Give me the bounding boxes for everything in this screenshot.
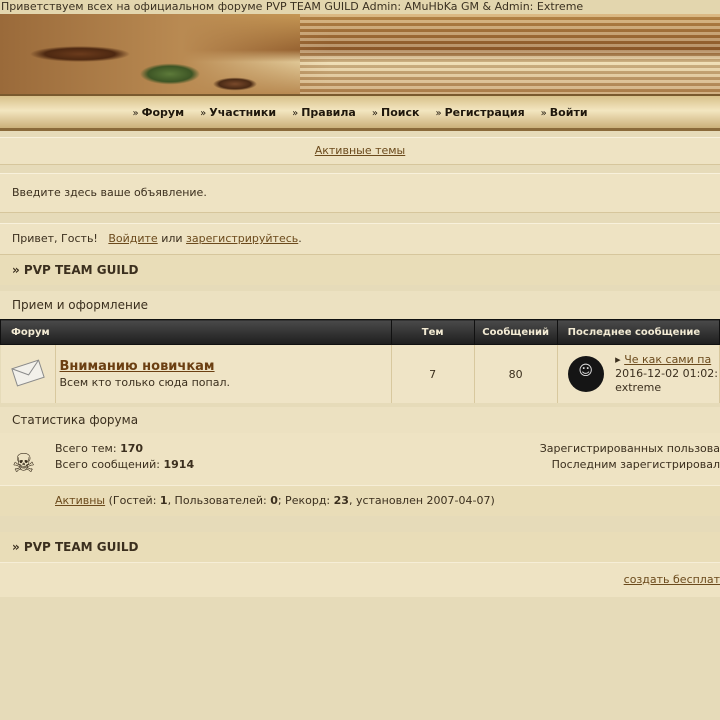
nav-label: Правила xyxy=(301,105,356,119)
welcome-marquee: Приветствуем всех на официальном форуме … xyxy=(0,0,720,14)
double-chevron-right-icon: » xyxy=(540,107,547,119)
nav-forum[interactable]: » Форум xyxy=(124,106,192,119)
announcement-text: Введите здесь ваше объявление. xyxy=(12,186,207,199)
active-users-line: Активны (Гостей: 1, Пользователей: 0; Ре… xyxy=(0,485,720,516)
period-text: . xyxy=(298,232,302,245)
double-chevron-right-icon: » xyxy=(132,107,139,119)
double-chevron-right-icon: » xyxy=(371,107,378,119)
guests-count: 1 xyxy=(159,494,168,507)
nav-members[interactable]: » Участники xyxy=(192,106,284,119)
table-row: Вниманию новичкам Всем кто только сюда п… xyxy=(0,344,720,403)
banner-decoration xyxy=(300,14,720,94)
guest-greeting: Привет, Гость! xyxy=(12,232,98,245)
create-forum-link[interactable]: создать бесплат xyxy=(624,573,720,586)
header-banner xyxy=(0,14,720,94)
stats-left: Всего тем: 170 Всего сообщений: 1914 xyxy=(55,441,194,473)
double-chevron-right-icon: » xyxy=(435,107,442,119)
nav-login[interactable]: » Войти xyxy=(533,106,596,119)
header-last-post: Последнее сообщение xyxy=(556,319,720,345)
nav-label: Регистрация xyxy=(444,105,525,119)
nav-rules[interactable]: » Правила xyxy=(284,106,364,119)
last-post-topic-link[interactable]: Че как сами па xyxy=(624,353,711,366)
double-chevron-right-icon: » xyxy=(200,107,207,119)
guest-welcome-panel: Привет, Гость! Войдите или зарегистрируй… xyxy=(0,223,720,255)
last-post-cell: ☺ ▸ Че как сами па 2016-12-02 01:02: ext… xyxy=(557,344,720,403)
nav-label: Форум xyxy=(141,105,185,119)
register-link[interactable]: зарегистрируйтесь xyxy=(186,232,298,245)
users-count: 0 xyxy=(270,494,278,507)
breadcrumb[interactable]: » PVP TEAM GUILD xyxy=(0,255,720,285)
registered-users: Зарегистрированных пользова xyxy=(539,442,720,455)
double-chevron-right-icon: » xyxy=(292,107,299,119)
last-post-info: ▸ Че как сами па 2016-12-02 01:02: extre… xyxy=(615,353,718,395)
topics-count: 7 xyxy=(391,344,475,403)
last-post-arrow-icon: ▸ xyxy=(615,353,621,366)
posts-total-label: Всего сообщений: xyxy=(55,458,160,471)
header-posts: Сообщений xyxy=(473,319,558,345)
forum-info-cell: Вниманию новичкам Всем кто только сюда п… xyxy=(55,344,392,403)
footer-breadcrumb[interactable]: » PVP TEAM GUILD xyxy=(0,532,720,562)
envelope-icon xyxy=(10,358,45,387)
forum-icon-cell xyxy=(0,344,56,403)
record-count: 23 xyxy=(333,494,349,507)
active-topics-panel: Активные темы xyxy=(0,137,720,165)
last-registered: Последним зарегистрировал xyxy=(551,458,720,471)
posts-count: 80 xyxy=(474,344,558,403)
skull-icon: ☠ xyxy=(12,449,36,479)
avatar[interactable]: ☺ xyxy=(567,356,604,392)
topics-total-label: Всего тем: xyxy=(55,442,117,455)
stats-right: Зарегистрированных пользова Последним за… xyxy=(540,441,720,473)
last-post-date: 2016-12-02 01:02: xyxy=(615,367,718,380)
category-title: Прием и оформление xyxy=(0,291,720,319)
posts-total-value: 1914 xyxy=(163,458,195,471)
announcement-panel: Введите здесь ваше объявление. xyxy=(0,173,720,213)
header-forum: Форум xyxy=(0,319,392,345)
header-topics: Тем xyxy=(390,319,475,345)
active-users-link[interactable]: Активны xyxy=(55,494,105,507)
record-label: ; Рекорд: xyxy=(277,494,334,507)
active-topics-link[interactable]: Активные темы xyxy=(315,144,406,157)
record-date: , установлен 2007-04-07) xyxy=(348,494,495,507)
nav-label: Войти xyxy=(549,105,588,119)
topics-total-value: 170 xyxy=(120,442,144,455)
login-link[interactable]: Войдите xyxy=(108,232,157,245)
users-label: , Пользователей: xyxy=(167,494,271,507)
forum-title-link[interactable]: Вниманию новичкам xyxy=(60,359,215,374)
active-text: (Гостей: xyxy=(105,494,160,507)
nav-label: Участники xyxy=(209,105,277,119)
nav-label: Поиск xyxy=(380,105,420,119)
footer-panel: создать бесплат xyxy=(0,562,720,597)
or-text: или xyxy=(161,232,183,245)
main-navigation: » Форум » Участники » Правила » Поиск » Регис… xyxy=(0,94,720,131)
stats-title: Статистика форума xyxy=(0,407,720,433)
nav-register[interactable]: » Регистрация xyxy=(427,106,532,119)
forum-table: Форум Тем Сообщений Последнее сообщение … xyxy=(0,319,720,403)
nav-search[interactable]: » Поиск xyxy=(364,106,428,119)
forum-description: Всем кто только сюда попал. xyxy=(59,376,231,389)
last-post-author: extreme xyxy=(615,381,662,394)
banner-artwork xyxy=(0,14,330,94)
stats-panel: ☠ Всего тем: 170 Всего сообщений: 1914 З… xyxy=(0,433,720,485)
